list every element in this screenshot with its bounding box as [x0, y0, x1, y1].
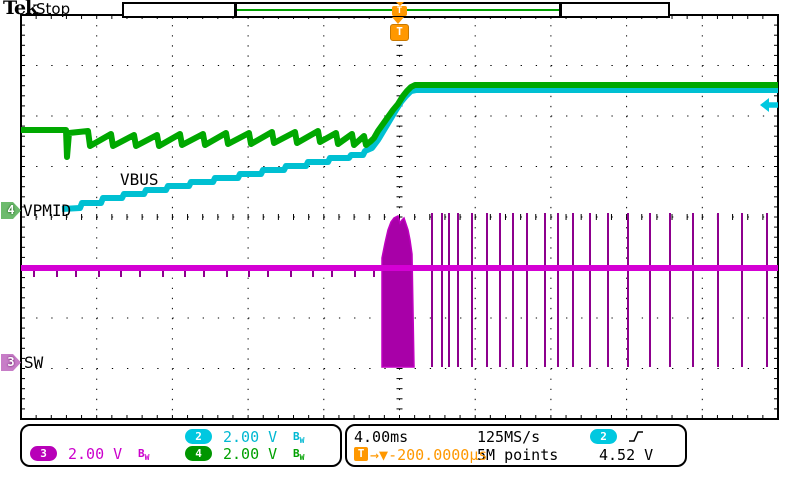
tek-logo: Tek	[3, 0, 37, 19]
rising-edge-slope-icon	[628, 429, 644, 444]
horizontal-trigger-readout-box: 4.00ms 125MS/s 5M points 2 T →▼-200.0000…	[345, 424, 687, 467]
view-window-bracket-right	[559, 4, 562, 16]
acquisition-run-state: Stop	[36, 0, 70, 18]
acquisition-preview-bar: T	[122, 2, 670, 18]
channel-4-badge[interactable]: 4	[185, 446, 212, 461]
record-length-readout: 5M points	[477, 446, 558, 464]
trigger-level-readout: 4.52 V	[599, 446, 653, 464]
channel-4-scale: 2.00 V	[223, 445, 277, 463]
sample-rate-readout: 125MS/s	[477, 428, 540, 446]
trigger-position-marker[interactable]: T	[390, 24, 409, 41]
channel-4-bandwidth-icon: BW	[293, 447, 304, 462]
trigger-marker-badge[interactable]: T	[392, 6, 407, 16]
trigger-source-badge[interactable]: 2	[590, 429, 617, 444]
waveform-label-vbus: VBUS	[120, 170, 159, 189]
channel-3-bandwidth-icon: BW	[138, 447, 149, 462]
waveform-label-sw: SW	[24, 353, 43, 372]
oscilloscope-screen: Tek Stop T T VBUS VPMID SW 4 3 3 2.00 V …	[0, 0, 800, 480]
graticule-and-waveforms	[0, 0, 800, 480]
trigger-position-readout: →▼-200.0000µs	[370, 446, 487, 464]
channel-3-scale: 2.00 V	[68, 445, 122, 463]
channel-2-badge[interactable]: 2	[185, 429, 212, 444]
trigger-position-arrow-icon	[392, 17, 404, 24]
channel-2-scale: 2.00 V	[223, 428, 277, 446]
view-window-bracket-left	[234, 4, 237, 16]
channel-2-bandwidth-icon: BW	[293, 430, 304, 445]
trigger-t-badge: T	[354, 447, 368, 461]
channel-readout-box: 3 2.00 V BW 2 2.00 V BW 4 2.00 V BW	[20, 424, 342, 467]
channel-3-badge[interactable]: 3	[30, 446, 57, 461]
timebase-readout: 4.00ms	[354, 428, 408, 446]
waveform-label-vpmid: VPMID	[23, 201, 71, 220]
